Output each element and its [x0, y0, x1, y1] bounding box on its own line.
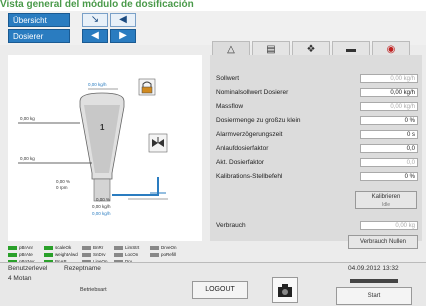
param-row: Massflow 0,00 kg/h: [216, 101, 420, 112]
param-value[interactable]: 0,00 kg/h: [360, 88, 418, 97]
param-row: Sollwert 0,00 kg/h: [216, 73, 420, 84]
legend-swatch: [114, 245, 123, 250]
date-time: 04.09.2012 13:32: [348, 265, 399, 272]
calibrate-label: Kalibrieren: [371, 194, 401, 200]
legend-item: BnRr: [82, 245, 103, 251]
start-button[interactable]: Start: [336, 287, 412, 305]
legend-item: DrveOn: [150, 245, 177, 251]
arrow-left-icon[interactable]: ◀: [82, 29, 108, 43]
legend-label: pBrAte: [19, 252, 33, 257]
param-label: Sollwert: [216, 75, 240, 82]
weight-left: 0,00 kg: [20, 116, 35, 121]
legend-swatch: [8, 252, 17, 257]
skip-back-icon[interactable]: ◀: [110, 13, 136, 27]
param-value: 0,00 kg/h: [360, 74, 418, 83]
legend-swatch: [44, 245, 53, 250]
calibrate-status: Idle: [381, 202, 391, 208]
top-navigation: Übersicht ↘ ◀ Dosierer ◀ ▶: [0, 11, 426, 45]
start-indicator: [350, 279, 398, 283]
status-footer: Benutzerlevel 4 Motan Rezeptname Betrieb…: [0, 262, 426, 306]
param-label: Alarmverzögerungszeit: [216, 131, 283, 138]
user-level-value: 4 Motan: [8, 275, 32, 282]
param-label: Anlaufdosierfaktor: [216, 145, 269, 152]
weight-outlet: 0,00 %: [96, 197, 111, 202]
legend-label: DrveOn: [161, 245, 177, 250]
percent-readout: 0,00 %: [56, 179, 71, 184]
param-value[interactable]: 0 s: [360, 130, 418, 139]
legend-item: SnDrv: [82, 252, 106, 258]
param-row: Kalibrations-Stellbefehl 0 %: [216, 171, 420, 182]
legend-label: weightAlwd: [55, 252, 78, 257]
param-value[interactable]: 0 %: [360, 116, 418, 125]
legend-swatch: [8, 245, 17, 250]
param-value: 0,0: [360, 158, 418, 167]
weight-top: 0,00 kg/h: [88, 82, 107, 87]
legend-swatch: [82, 252, 91, 257]
figure-caption: Vista general del módulo de dosificación: [0, 0, 194, 10]
overview-button[interactable]: Übersicht: [8, 13, 70, 27]
legend-label: scaleOk: [55, 245, 72, 250]
hopper-number: 1: [100, 123, 105, 132]
mode-label: Betriebsart: [80, 287, 107, 293]
legend-swatch: [82, 245, 91, 250]
param-label: Kalibrations-Stellbefehl: [216, 173, 283, 180]
param-label: Nominalsollwert Dosierer: [216, 89, 289, 96]
legend-item: scaleOk: [44, 245, 71, 251]
reset-consumption-button[interactable]: Verbrauch Nullen: [348, 235, 418, 249]
recipe-label: Rezeptname: [64, 265, 101, 272]
param-value[interactable]: 0,0: [360, 144, 418, 153]
calibrate-button[interactable]: Kalibrieren Idle: [355, 191, 417, 209]
consumption-label: Verbrauch: [216, 222, 246, 229]
hmi-screen: Übersicht ↘ ◀ Dosierer ◀ ▶ △ ▤ ❖ ▬ ◉ 0,0…: [0, 11, 426, 306]
param-label: Massflow: [216, 103, 244, 110]
param-value: 0,00 kg/h: [360, 102, 418, 111]
legend-swatch: [150, 245, 159, 250]
legend-item: weightAlwd: [44, 252, 78, 258]
legend-label: pBrAnr: [19, 245, 34, 250]
legend-swatch: [44, 252, 53, 257]
param-label: Akt. Dosierfaktor: [216, 159, 265, 166]
legend-item: pBrAnr: [8, 245, 33, 251]
legend-label: BnRr: [93, 245, 104, 250]
legend-item: LimStrt: [114, 245, 139, 251]
flow-line: [112, 177, 159, 196]
param-label: Dosiermenge zu großzu klein: [216, 117, 301, 124]
param-row: Nominalsollwert Dosierer 0,00 kg/h: [216, 87, 420, 98]
arrow-right-icon[interactable]: ▶: [110, 29, 136, 43]
legend-swatch: [114, 252, 123, 257]
legend-label: SnDrv: [93, 252, 106, 257]
weight-bottom-1: 0,00 kg/h: [92, 204, 111, 209]
legend-label: poRefill: [161, 252, 177, 257]
weight-mid: 0,00 kg: [20, 156, 35, 161]
param-row: Dosiermenge zu großzu klein 0 %: [216, 115, 420, 126]
consumption-value: 0,00 kg: [360, 221, 418, 230]
legend-label: LocOn: [125, 252, 139, 257]
camera-icon[interactable]: [272, 277, 298, 303]
logout-button[interactable]: LOGOUT: [192, 281, 248, 299]
user-level-label: Benutzerlevel: [8, 265, 48, 272]
lock-icon: [138, 78, 156, 96]
weight-bottom-2: 0,00 kg/h: [92, 211, 111, 216]
legend-swatch: [150, 252, 159, 257]
legend-item: LocOn: [114, 252, 138, 258]
param-row: Alarmverzögerungszeit 0 s: [216, 129, 420, 140]
legend-item: pBrAte: [8, 252, 33, 258]
trend-icon[interactable]: ↘: [82, 13, 108, 27]
legend-item: poRefill: [150, 252, 176, 258]
valve-icon: [148, 133, 168, 153]
dosing-button[interactable]: Dosierer: [8, 29, 70, 43]
param-value[interactable]: 0 %: [360, 172, 418, 181]
param-row: Akt. Dosierfaktor 0,0: [216, 157, 420, 168]
rpm-readout: 0 rpm: [56, 185, 68, 190]
legend-label: LimStrt: [125, 245, 140, 250]
dosing-diagram: 0,00 kg/h 0,00 kg 1 0,00 kg 0,00 % 0 rpm…: [8, 55, 202, 241]
consumption-row: Verbrauch 0,00 kg: [216, 220, 420, 231]
param-row: Anlaufdosierfaktor 0,0: [216, 143, 420, 154]
